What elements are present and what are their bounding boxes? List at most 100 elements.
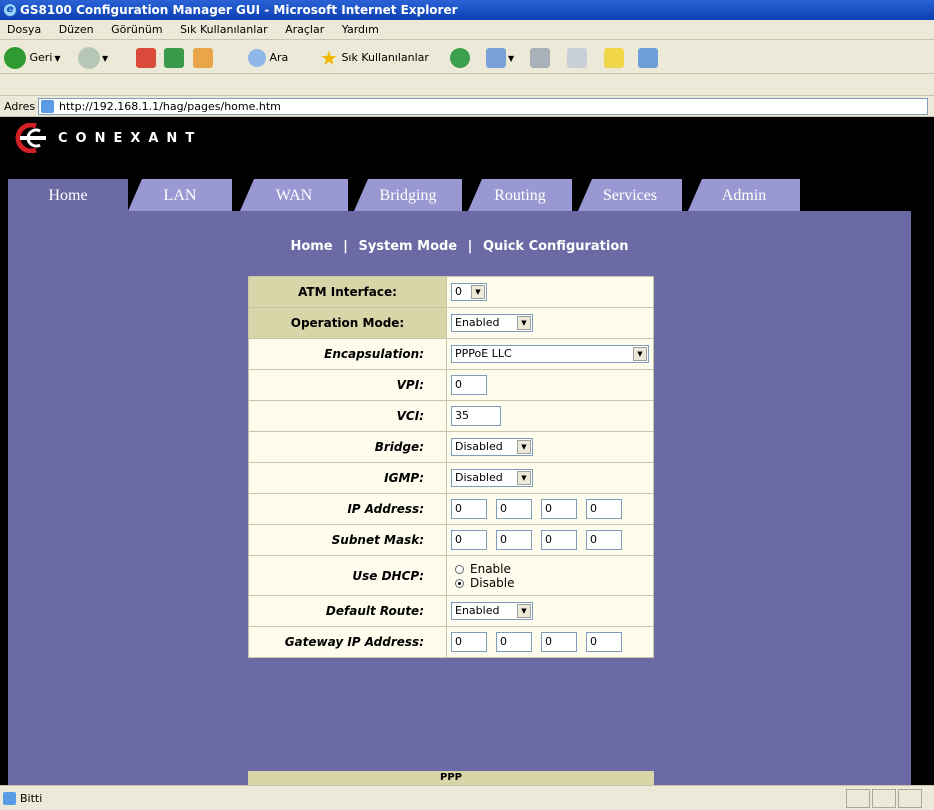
ip-octet-1-input[interactable]: 0 — [451, 499, 487, 519]
status-segment — [846, 789, 870, 808]
conexant-mark-icon — [15, 123, 46, 153]
menu-file[interactable]: Dosya — [0, 20, 48, 40]
igmp-select[interactable]: Disabled ▼ — [451, 469, 533, 487]
address-url: http://192.168.1.1/hag/pages/home.htm — [59, 100, 281, 113]
vci-input[interactable]: 35 — [451, 406, 501, 426]
page-content: CONEXANT Home LAN WAN Bridging Routing S… — [0, 117, 934, 785]
subnet-mask-label: Subnet Mask: — [248, 524, 447, 556]
status-segment — [898, 789, 922, 808]
back-button[interactable]: Geri ▼ — [4, 46, 61, 70]
menu-help[interactable]: Yardım — [335, 20, 386, 40]
status-segment — [872, 789, 896, 808]
messenger-icon — [638, 48, 658, 68]
conexant-logo: CONEXANT — [6, 123, 306, 153]
page-icon — [41, 100, 54, 113]
row-subnet-mask: Subnet Mask: 0000 — [248, 524, 654, 556]
edit-button[interactable] — [567, 46, 587, 70]
menu-favorites[interactable]: Sık Kullanılanlar — [173, 20, 275, 40]
dhcp-enable-radio[interactable]: Enable — [451, 562, 653, 576]
tab-home[interactable]: Home — [8, 179, 128, 211]
home-button[interactable] — [193, 46, 213, 70]
vpi-input[interactable]: 0 — [451, 375, 487, 395]
messenger-button[interactable] — [638, 46, 658, 70]
gw-octet-4-input[interactable]: 0 — [586, 632, 622, 652]
gw-octet-3-input[interactable]: 0 — [541, 632, 577, 652]
dropdown-arrow-icon: ▼ — [633, 347, 647, 361]
row-atm-interface: ATM Interface: 0 ▼ — [248, 276, 654, 308]
dropdown-arrow-icon: ▼ — [517, 316, 531, 330]
address-bar: Adres http://192.168.1.1/hag/pages/home.… — [0, 95, 934, 117]
favorites-button[interactable]: ★ Sık Kullanılanlar — [320, 46, 429, 70]
bridge-label: Bridge: — [248, 431, 447, 463]
gw-octet-1-input[interactable]: 0 — [451, 632, 487, 652]
tab-lan[interactable]: LAN — [128, 179, 232, 211]
ip-octet-3-input[interactable]: 0 — [541, 499, 577, 519]
radio-unchecked-icon — [455, 564, 464, 574]
igmp-label: IGMP: — [248, 462, 447, 494]
row-gateway-ip: Gateway IP Address: 0000 — [248, 626, 654, 658]
row-operation-mode: Operation Mode: Enabled ▼ — [248, 307, 654, 339]
vpi-label: VPI: — [248, 369, 447, 401]
row-vpi: VPI: 0 — [248, 369, 654, 401]
star-icon: ★ — [320, 46, 338, 70]
mask-octet-3-input[interactable]: 0 — [541, 530, 577, 550]
mask-octet-2-input[interactable]: 0 — [496, 530, 532, 550]
mail-icon — [486, 48, 506, 68]
breadcrumb-system-mode[interactable]: System Mode — [358, 239, 457, 254]
forward-button[interactable]: ▼ — [78, 46, 108, 70]
menu-view[interactable]: Görünüm — [104, 20, 169, 40]
ip-octet-4-input[interactable]: 0 — [586, 499, 622, 519]
breadcrumb-home[interactable]: Home — [290, 239, 332, 254]
discuss-icon — [604, 48, 624, 68]
page-done-icon — [3, 792, 16, 805]
bridge-select[interactable]: Disabled ▼ — [451, 438, 533, 456]
use-dhcp-options: Enable Disable — [446, 555, 654, 596]
back-arrow-icon — [4, 47, 26, 69]
use-dhcp-label: Use DHCP: — [248, 555, 447, 596]
mask-octet-4-input[interactable]: 0 — [586, 530, 622, 550]
ip-octet-2-input[interactable]: 0 — [496, 499, 532, 519]
stop-button[interactable] — [136, 46, 156, 70]
menu-tools[interactable]: Araçlar — [278, 20, 331, 40]
ip-address-label: IP Address: — [248, 493, 447, 525]
atm-interface-select[interactable]: 0 ▼ — [451, 283, 487, 301]
default-route-select[interactable]: Enabled ▼ — [451, 602, 533, 620]
history-button[interactable] — [450, 46, 470, 70]
refresh-button[interactable] — [164, 46, 184, 70]
tab-services[interactable]: Services — [578, 179, 682, 211]
dhcp-disable-radio[interactable]: Disable — [451, 576, 653, 590]
home-icon — [193, 48, 213, 68]
mail-button[interactable]: ▼ — [486, 46, 514, 70]
tab-admin[interactable]: Admin — [688, 179, 800, 211]
default-route-label: Default Route: — [248, 595, 447, 627]
print-button[interactable] — [530, 46, 550, 70]
nav-tabs: Home LAN WAN Bridging Routing Services A… — [8, 179, 808, 211]
tab-routing[interactable]: Routing — [468, 179, 572, 211]
row-encapsulation: Encapsulation: PPPoE LLC ▼ — [248, 338, 654, 370]
ie-logo-icon: e — [3, 3, 17, 17]
refresh-icon — [164, 48, 184, 68]
tab-wan[interactable]: WAN — [240, 179, 348, 211]
breadcrumb-quick-config[interactable]: Quick Configuration — [483, 239, 629, 254]
operation-mode-label: Operation Mode: — [248, 307, 447, 339]
row-ip-address: IP Address: 0000 — [248, 493, 654, 525]
print-icon — [530, 48, 550, 68]
stop-icon — [136, 48, 156, 68]
vertical-scrollbar[interactable] — [916, 117, 934, 785]
gw-octet-2-input[interactable]: 0 — [496, 632, 532, 652]
tab-bridging[interactable]: Bridging — [354, 179, 462, 211]
discuss-button[interactable] — [604, 46, 624, 70]
status-text: Bitti — [20, 792, 43, 805]
gateway-ip-fields: 0000 — [446, 626, 654, 658]
window-title: GS8100 Configuration Manager GUI - Micro… — [20, 3, 458, 17]
history-icon — [450, 48, 470, 68]
menu-edit[interactable]: Düzen — [52, 20, 101, 40]
dropdown-arrow-icon: ▼ — [471, 285, 485, 299]
mask-octet-1-input[interactable]: 0 — [451, 530, 487, 550]
address-input[interactable]: http://192.168.1.1/hag/pages/home.htm — [38, 98, 928, 115]
search-button[interactable]: Ara — [248, 46, 288, 70]
encapsulation-select[interactable]: PPPoE LLC ▼ — [451, 345, 649, 363]
operation-mode-select[interactable]: Enabled ▼ — [451, 314, 533, 332]
subnet-mask-fields: 0000 — [446, 524, 654, 556]
address-label: Adres — [4, 100, 36, 113]
